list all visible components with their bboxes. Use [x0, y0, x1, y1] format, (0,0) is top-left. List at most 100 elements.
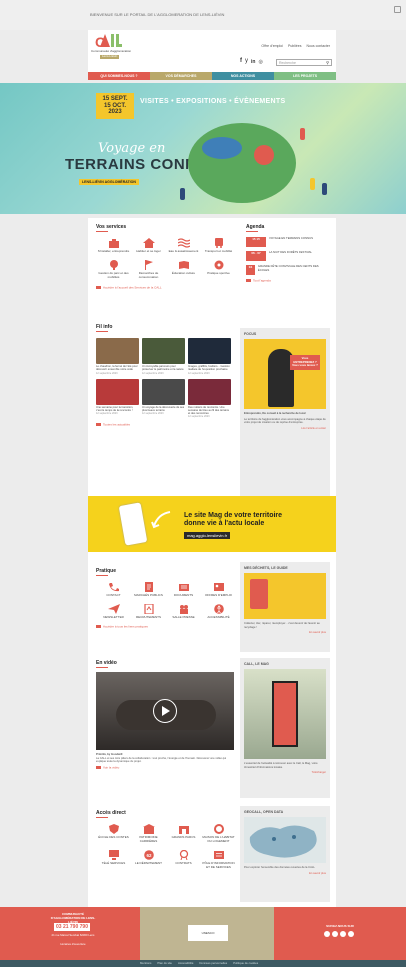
- pratique-contact[interactable]: CONTACT: [96, 582, 131, 598]
- nav-vos-demarches[interactable]: VOS DÉMARCHES: [150, 72, 212, 80]
- search-icon[interactable]: ⚲: [326, 60, 329, 65]
- video-player[interactable]: [96, 672, 234, 751]
- focus-image[interactable]: Vous ENTREPRENEZ ? Vous vous lancez ?: [244, 339, 326, 410]
- acces-grid: ÉCOLE DES CONTES PATRIMOINE CARRIÈRES GR…: [96, 824, 236, 869]
- news-card[interactable]: Images, graffitis, fusiliers... Gestion …: [188, 338, 231, 375]
- pratique-grid: CONTACT MARCHÉS PUBLICS DOCUMENTS OFFRES…: [96, 582, 236, 620]
- welcome-text: BIENVENUE SUR LE PORTAIL DE L'AGGLOMERAT…: [90, 12, 225, 17]
- dechets-more-link[interactable]: En savoir plus: [244, 631, 326, 634]
- pratique-newsletter[interactable]: NEWSLETTER: [96, 604, 131, 620]
- bottom-link[interactable]: Données personnelles: [199, 961, 227, 965]
- twitter-icon[interactable]: [332, 931, 338, 937]
- search-input[interactable]: Recherche ⚲: [276, 59, 332, 66]
- arrow-icon: [151, 511, 171, 529]
- service-parc[interactable]: Gestion du parc et des mobilités: [96, 260, 131, 280]
- link-offre-emploi[interactable]: Offre d'emploi: [261, 44, 283, 48]
- site-footer: COMMUNAUTÉ D'AGGLOMÉRATION DE LENS-LIÉVI…: [0, 907, 406, 960]
- mag-banner[interactable]: Le site Mag de votre territoire donne vi…: [88, 496, 336, 552]
- mag-more-link[interactable]: Télécharger: [244, 771, 326, 774]
- facebook-icon[interactable]: [324, 931, 330, 937]
- nav-qui-sommes-nous[interactable]: QUI SOMMES-NOUS ?: [88, 72, 150, 80]
- book-icon: [178, 261, 189, 269]
- instagram-icon[interactable]: [348, 931, 354, 937]
- footer-hours[interactable]: Horaires d'ouverture: [50, 942, 96, 946]
- call-logo[interactable]: C Communauté d'agglomération Lens-Liévin: [88, 30, 134, 62]
- hero-banner[interactable]: 15 SEPT. 15 OCT. 2023 VISITES • EXPOSITI…: [0, 83, 406, 214]
- hero-person: [300, 128, 305, 140]
- service-consommation[interactable]: Démarches de consommation: [131, 260, 166, 280]
- service-habiter[interactable]: Habiter et se loger: [131, 238, 166, 254]
- instagram-icon[interactable]: ◎: [258, 59, 262, 65]
- acces-item[interactable]: TÉLÉ SERVICES: [96, 849, 131, 870]
- service-transport[interactable]: Transport et mobilité: [201, 238, 236, 254]
- nav-nos-actions[interactable]: NOS ACTIONS: [212, 72, 274, 80]
- bottom-link[interactable]: Mentions: [140, 961, 151, 965]
- services-more-link[interactable]: Accéder à l'accueil des Services de la C…: [96, 285, 241, 290]
- pratique-presse[interactable]: SALLE PRESSE: [166, 604, 201, 620]
- agenda-item[interactable]: 06 - 07 LA NUIT DES FORÊTS FESTIVAL: [246, 251, 330, 262]
- news-more-link[interactable]: Toutes les actualités: [96, 422, 236, 427]
- news-card[interactable]: Un voyage de la découverte de ses plus b…: [142, 378, 185, 419]
- linkedin-icon[interactable]: [340, 931, 346, 937]
- pratique-label: CONTACT: [106, 593, 121, 598]
- banner-url[interactable]: mag.agglo-lenslievin.fr: [184, 532, 231, 539]
- svg-text:62: 62: [146, 853, 152, 858]
- service-education[interactable]: Éducation culture: [166, 260, 201, 280]
- bottom-link[interactable]: Plan du site: [157, 961, 172, 965]
- pratique-label: NEWSLETTER: [103, 615, 124, 619]
- mag-box: CALL, LE MAG L'essentiel de l'actualité …: [240, 658, 330, 798]
- accessibility-icon[interactable]: [394, 6, 401, 13]
- acces-item[interactable]: PATRIMOINE CARRIÈRES: [131, 824, 166, 844]
- agenda-title: Agenda: [246, 224, 265, 230]
- bus-icon: [214, 238, 223, 249]
- pratique-more-link[interactable]: Accéder à tous les liens pratiques: [96, 624, 236, 629]
- video-more-link[interactable]: Voir la vidéo: [96, 766, 236, 770]
- service-sport[interactable]: Pratique sportive: [201, 260, 236, 280]
- news-card[interactable]: Des métiers de rencontre. Une semaine de…: [188, 378, 231, 419]
- pratique-offres[interactable]: OFFRES D'EMPLOI: [201, 582, 236, 598]
- agenda-item[interactable]: 04 GRANDE FÊTE CONVIVIALE DES CENTS DES É…: [246, 265, 330, 276]
- news-caption: Un incroyable parcours pour préserver le…: [142, 365, 184, 372]
- service-entreprendre[interactable]: S'installer, entreprendre: [96, 238, 131, 254]
- pratique-label: OFFRES D'EMPLOI: [204, 593, 233, 598]
- hero-flower: [254, 145, 274, 165]
- footer-phone[interactable]: 03 21 790 790: [54, 923, 90, 932]
- acces-item[interactable]: GRANDS PARCS: [166, 824, 201, 844]
- phone-mockup: [118, 502, 148, 546]
- mag-image[interactable]: [244, 669, 326, 760]
- news-card[interactable]: Le chaudron, la fermé de l'été pour déco…: [96, 338, 139, 375]
- acces-item[interactable]: MAISON DE L'HABITAT DU LOGEMENT: [201, 824, 236, 844]
- opendata-more-link[interactable]: En savoir plus: [244, 872, 326, 875]
- twitter-icon[interactable]: y: [245, 58, 248, 66]
- acces-item[interactable]: CONTRATS: [166, 849, 201, 870]
- pratique-label: ACCESSIBILITÉ: [207, 615, 230, 619]
- agenda-item[interactable]: 15 15 VOYAGE EN TERRAINS CONNUS: [246, 237, 330, 248]
- news-card[interactable]: Une semaine pour la transition, c'est le…: [96, 378, 139, 419]
- acces-item[interactable]: 62 LE DÉPARTEMENT: [131, 849, 166, 870]
- pratique-accessibilite[interactable]: ACCESSIBILITÉ: [201, 604, 236, 620]
- news-card[interactable]: Un incroyable parcours pour préserver le…: [142, 338, 185, 375]
- pratique-recrutements[interactable]: RECRUTEMENTS: [131, 604, 166, 620]
- nav-les-projets[interactable]: LES PROJETS: [274, 72, 336, 80]
- pratique-label: DOCUMENTS: [173, 593, 194, 598]
- pratique-marches[interactable]: MARCHÉS PUBLICS: [131, 582, 166, 598]
- link-contact[interactable]: Nous contacter: [306, 44, 330, 48]
- acces-item[interactable]: ÉCOLE DES CONTES: [96, 824, 131, 844]
- focus-more-link[interactable]: Lire l'article en entier: [244, 427, 326, 430]
- agenda-more-link[interactable]: Tout l'agenda: [246, 279, 330, 283]
- acces-item[interactable]: PÔLE D'INFORMATION ET DE SERVICES: [201, 850, 236, 870]
- pratique-documents[interactable]: DOCUMENTS: [166, 582, 201, 598]
- title-underline: [96, 231, 108, 233]
- link-publiees[interactable]: Publiées: [288, 44, 301, 48]
- bottom-link[interactable]: Politique de cookies: [233, 961, 258, 965]
- title-underline: [96, 667, 108, 669]
- search-placeholder: Recherche: [279, 61, 296, 65]
- facebook-icon[interactable]: f: [240, 58, 242, 66]
- opendata-map[interactable]: [244, 817, 326, 864]
- dechets-image[interactable]: [244, 573, 326, 620]
- bottom-link[interactable]: Accessibilité: [178, 961, 193, 965]
- banner-text: Le site Mag de votre territoire donne vi…: [184, 512, 282, 528]
- linkedin-icon[interactable]: in: [251, 59, 255, 65]
- service-eau[interactable]: Eau & assainissement: [166, 238, 201, 254]
- agenda-section: Agenda 15 15 VOYAGE EN TERRAINS CONNUS 06…: [246, 224, 330, 283]
